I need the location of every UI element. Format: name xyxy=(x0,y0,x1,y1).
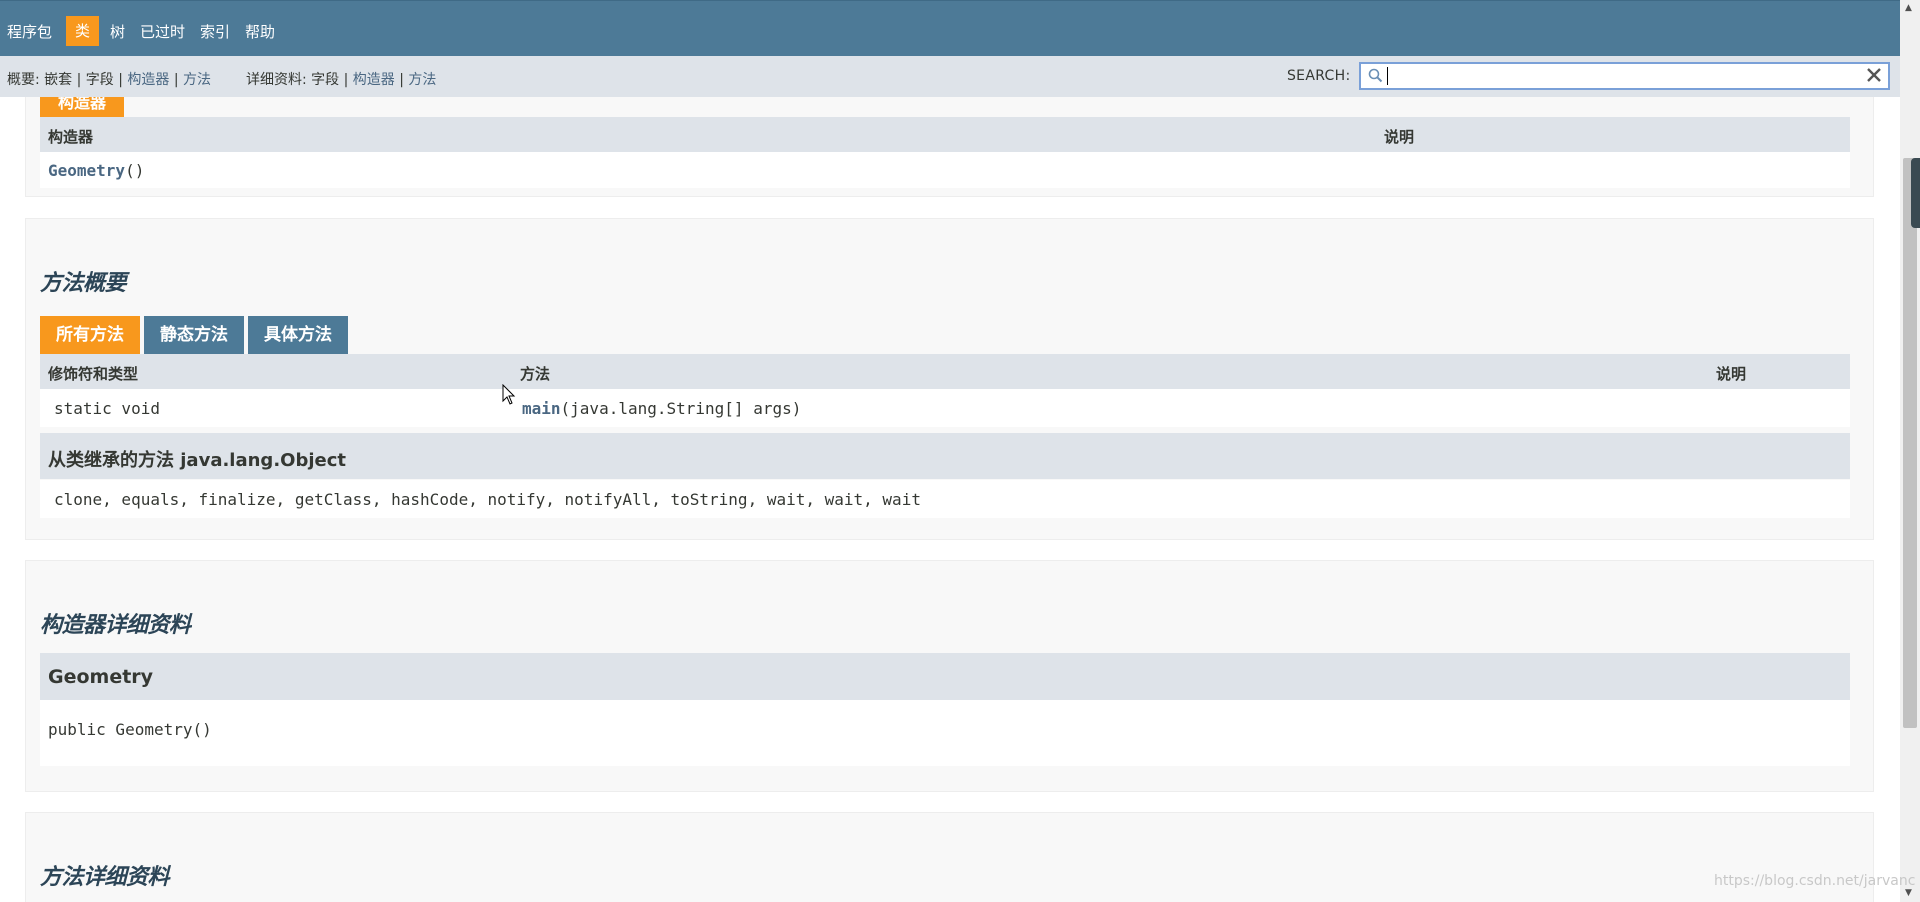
clear-search-icon[interactable] xyxy=(1864,65,1884,85)
search-label: SEARCH: xyxy=(1287,68,1351,84)
inherited-methods-heading: 从类继承的方法 java.lang.Object xyxy=(48,450,346,471)
separator: | xyxy=(173,72,179,88)
separator: | xyxy=(343,72,349,88)
scroll-down-arrow-icon[interactable]: ▼ xyxy=(1905,888,1912,898)
detail-constructor-link[interactable]: 构造器 xyxy=(353,72,395,88)
watermark: https://blog.csdn.net/jarvanc xyxy=(1714,873,1916,889)
constructor-table-header: 构造器 说明 xyxy=(40,117,1850,152)
table-row: Geometry() xyxy=(40,152,1850,188)
search-input[interactable] xyxy=(1359,62,1890,90)
sub-nav-links: 概要: 嵌套 | 字段 | 构造器 | 方法 详细资料: 字段 | 构造器 | … xyxy=(7,69,436,89)
detail-method-link[interactable]: 方法 xyxy=(408,72,436,88)
method-params: (java.lang.String[] args) xyxy=(560,399,802,418)
nav-item-package[interactable]: 程序包 xyxy=(7,18,52,46)
nav-item-class[interactable]: 类 xyxy=(66,16,100,46)
text-caret xyxy=(1387,67,1388,85)
top-nav-bar: 程序包 类 树 已过时 索引 帮助 xyxy=(0,0,1900,56)
inherited-methods-row: clone, equals, finalize, getClass, hashC… xyxy=(40,480,1850,518)
vertical-scrollbar[interactable]: ▲ ▼ xyxy=(1900,0,1920,902)
constructor-params: () xyxy=(125,161,145,180)
sub-nav-bar: 概要: 嵌套 | 字段 | 构造器 | 方法 详细资料: 字段 | 构造器 | … xyxy=(0,56,1900,97)
separator: | xyxy=(118,72,123,88)
column-header-description: 说明 xyxy=(1716,365,1747,383)
tab-static-methods[interactable]: 静态方法 xyxy=(144,316,244,354)
detail-label: 详细资料: xyxy=(245,72,307,88)
tab-concrete-methods[interactable]: 具体方法 xyxy=(248,316,348,354)
column-header-method: 方法 xyxy=(520,365,551,383)
inherited-methods-list: clone, equals, finalize, getClass, hashC… xyxy=(54,490,921,509)
nav-item-index[interactable]: 索引 xyxy=(200,18,230,46)
summary-nested: 嵌套 xyxy=(44,72,73,88)
side-widget-icon[interactable] xyxy=(1911,158,1920,228)
column-header-description: 说明 xyxy=(1384,128,1415,146)
table-row: static void main(java.lang.String[] args… xyxy=(40,389,1850,427)
constructor-summary-section: 构造器 构造器 说明 Geometry() xyxy=(25,97,1874,197)
method-summary-section: 方法概要 所有方法 静态方法 具体方法 修饰符和类型 方法 说明 static … xyxy=(25,218,1874,540)
method-detail-heading: 方法详细资料 xyxy=(40,865,170,890)
scroll-up-arrow-icon[interactable]: ▲ xyxy=(1905,3,1912,13)
nav-item-help[interactable]: 帮助 xyxy=(245,18,275,46)
method-summary-heading: 方法概要 xyxy=(40,271,127,296)
column-header-constructor: 构造器 xyxy=(48,128,94,146)
search-icon xyxy=(1368,68,1383,83)
constructor-link-geometry[interactable]: Geometry xyxy=(48,161,125,180)
summary-label: 概要: xyxy=(7,72,40,88)
separator: | xyxy=(76,72,82,88)
constructor-detail-member-header: Geometry xyxy=(40,653,1850,700)
summary-method-link[interactable]: 方法 xyxy=(183,72,211,88)
nav-item-tree[interactable]: 树 xyxy=(110,18,125,46)
constructor-summary-caption: 构造器 xyxy=(40,97,124,117)
method-table-header: 修饰符和类型 方法 说明 xyxy=(40,354,1850,389)
nav-item-deprecated[interactable]: 已过时 xyxy=(140,18,185,46)
scrollbar-thumb[interactable] xyxy=(1903,158,1917,728)
constructor-signature: public Geometry() xyxy=(48,720,212,739)
constructor-detail-member-name: Geometry xyxy=(48,666,154,688)
constructor-detail-section: 构造器详细资料 Geometry public Geometry() xyxy=(25,560,1874,792)
inherited-methods-header: 从类继承的方法 java.lang.Object xyxy=(40,433,1850,479)
mouse-pointer-icon xyxy=(502,384,516,405)
constructor-signature-row: public Geometry() xyxy=(40,700,1850,766)
detail-field: 字段 xyxy=(311,72,340,88)
constructor-detail-heading: 构造器详细资料 xyxy=(40,613,191,638)
tab-all-methods[interactable]: 所有方法 xyxy=(40,316,140,354)
summary-constructor-link[interactable]: 构造器 xyxy=(127,72,169,88)
summary-field: 字段 xyxy=(85,72,114,88)
column-header-modifier: 修饰符和类型 xyxy=(48,365,139,383)
separator: | xyxy=(399,72,404,88)
page-content: 构造器 构造器 说明 Geometry() 方法概要 所有方法 静态方法 具体方… xyxy=(0,97,1900,902)
method-link-main[interactable]: main xyxy=(522,399,561,418)
method-detail-section: 方法详细资料 xyxy=(25,812,1874,902)
method-modifier: static void xyxy=(54,399,160,418)
